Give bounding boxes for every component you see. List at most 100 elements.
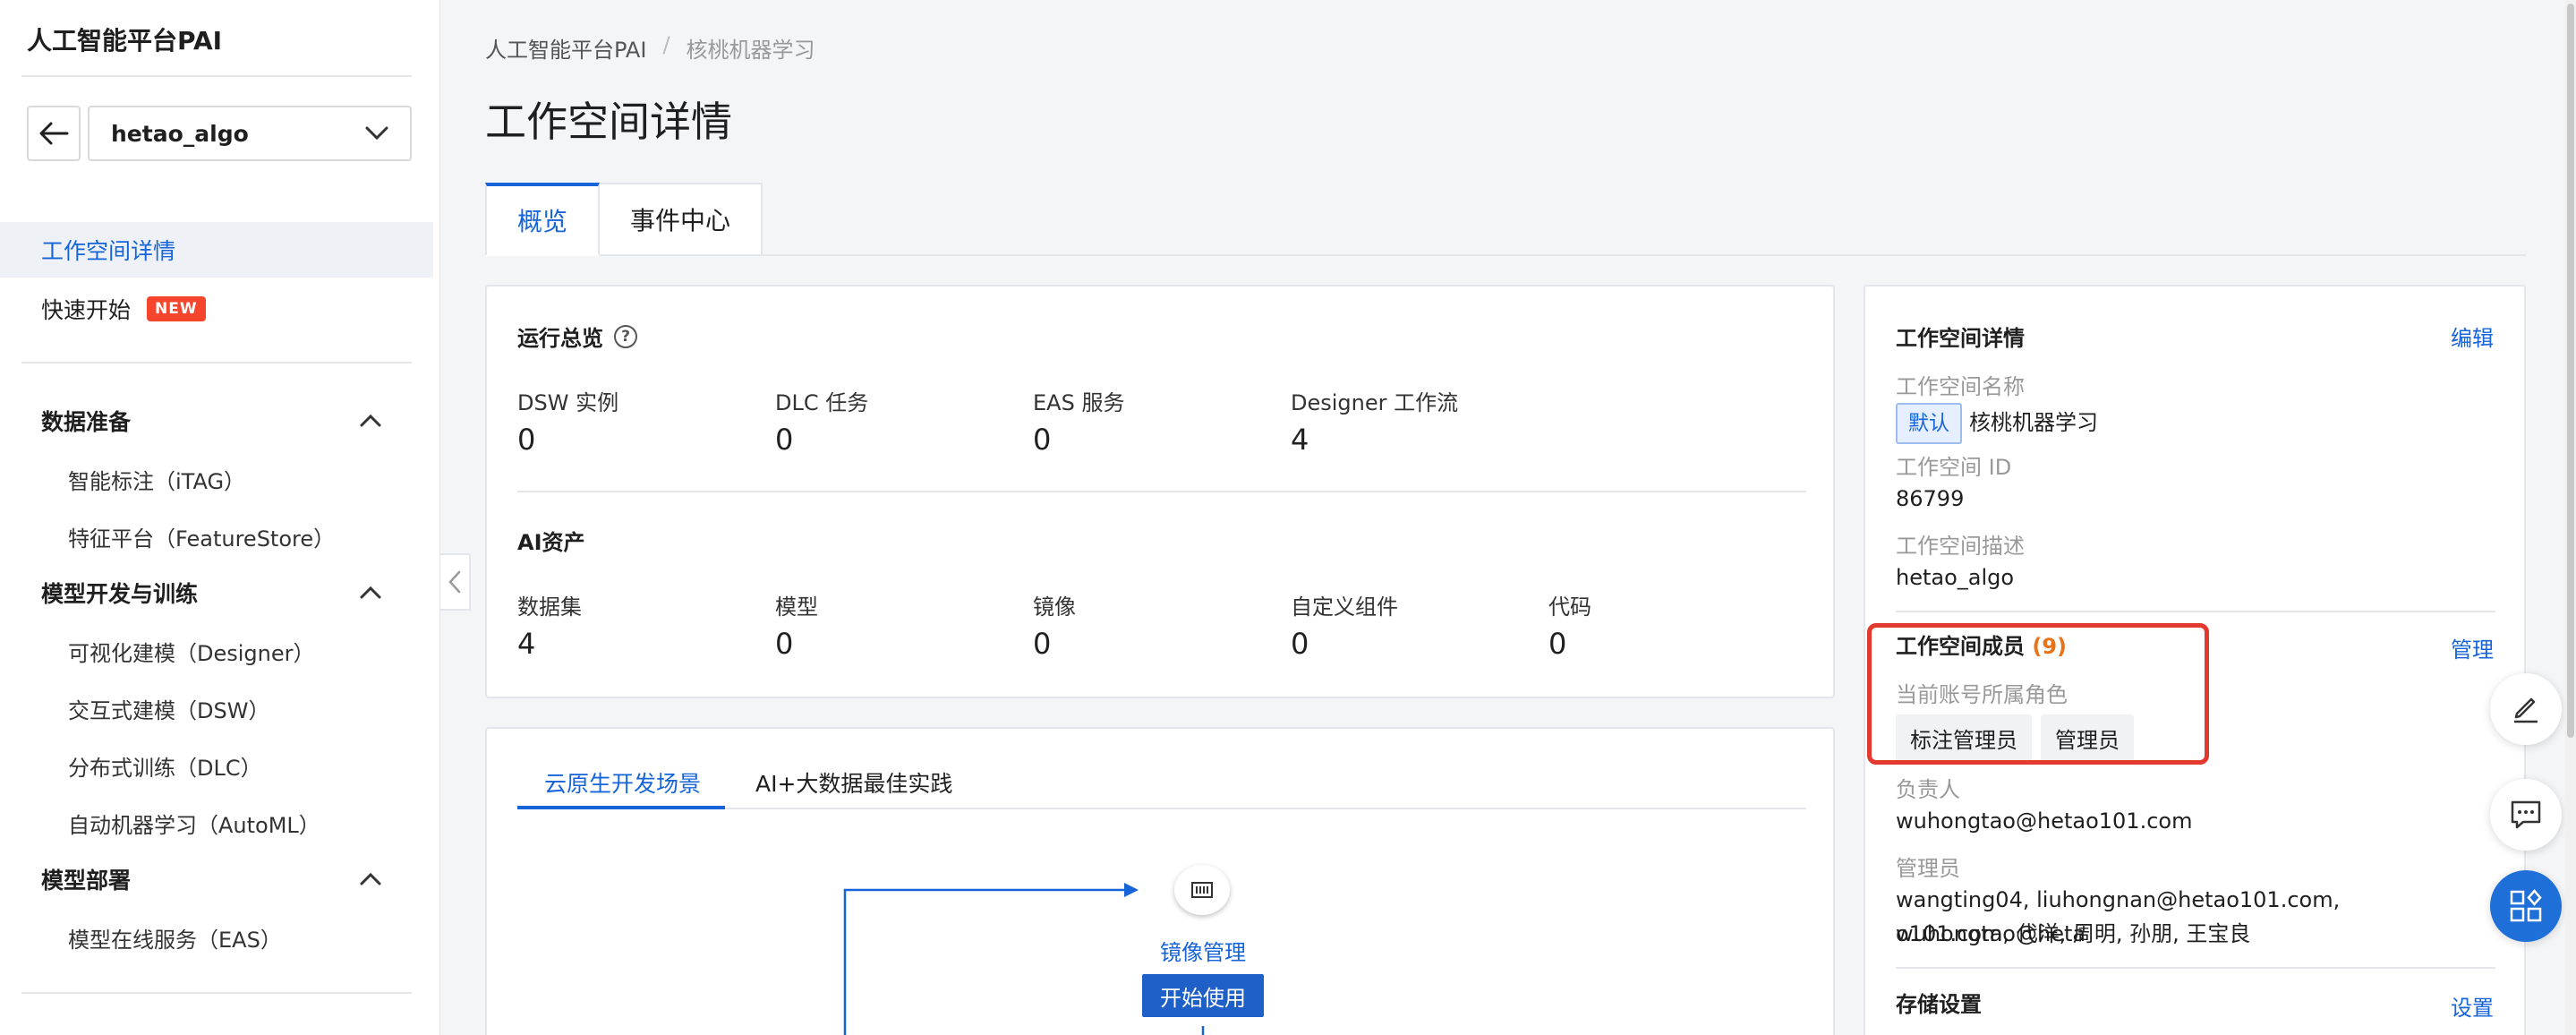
stat-designer-value[interactable]: 4 — [1291, 423, 1309, 457]
brand-title: 人工智能平台PAI — [27, 26, 223, 56]
owner-value: wuhongtao@hetao101.com — [1896, 808, 2193, 834]
stat-dlc-value[interactable]: 0 — [775, 423, 793, 457]
apps-grid-icon — [2510, 889, 2542, 922]
stat-eas-label: EAS 服务 — [1033, 390, 1125, 415]
asset-component-value[interactable]: 0 — [1291, 627, 1309, 661]
chevron-left-icon — [448, 570, 461, 594]
scenes-card: 云原生开发场景 AI+大数据最佳实践 镜像管理 开始使用 — [485, 727, 1835, 1035]
sidebar-divider — [21, 75, 412, 77]
overview-divider — [517, 491, 1806, 492]
edit-link[interactable]: 编辑 — [2451, 321, 2494, 352]
sidebar-item-dsw[interactable]: 交互式建模（DSW） — [68, 693, 269, 724]
asset-image-value[interactable]: 0 — [1033, 627, 1051, 661]
sidebar-item-featurestore[interactable]: 特征平台（FeatureStore） — [68, 521, 335, 552]
sidebar-collapse-button[interactable] — [440, 553, 471, 611]
edit-icon — [2514, 697, 2538, 723]
sidebar-item-workspace-detail[interactable]: 工作空间详情 — [0, 222, 433, 278]
sidebar: 人工智能平台PAI hetao_algo 工作空间详情 快速开始 NEW 数据准… — [0, 0, 440, 1035]
workspace-id-label: 工作空间 ID — [1896, 455, 2012, 480]
app-root: 人工智能平台PAI hetao_algo 工作空间详情 快速开始 NEW 数据准… — [0, 0, 2576, 1035]
new-badge: NEW — [147, 296, 206, 321]
asset-model-label: 模型 — [775, 594, 818, 620]
manage-link[interactable]: 管理 — [2451, 632, 2494, 663]
asset-code-value[interactable]: 0 — [1548, 627, 1566, 661]
chevron-up-icon — [360, 415, 381, 427]
flow-arrowhead — [1124, 883, 1139, 897]
section-title-text: AI资产 — [517, 530, 585, 555]
tab-bar: 概览 事件中心 — [485, 183, 763, 256]
chat-button[interactable] — [2490, 779, 2562, 851]
breadcrumb: 人工智能平台PAI / 核桃机器学习 — [485, 32, 815, 64]
scrollbar-thumb[interactable] — [2567, 4, 2574, 738]
sidebar-item-dlc[interactable]: 分布式训练（DLC） — [68, 750, 262, 782]
sidebar-group-model-dev[interactable]: 模型开发与训练 — [41, 575, 381, 611]
sidebar-item-designer[interactable]: 可视化建模（Designer） — [68, 636, 315, 667]
tab-event-center[interactable]: 事件中心 — [600, 183, 763, 256]
tab-overview[interactable]: 概览 — [485, 183, 601, 256]
stat-dsw-value[interactable]: 0 — [517, 423, 535, 457]
asset-dataset-label: 数据集 — [517, 594, 582, 620]
members-highlight-box — [1867, 623, 2209, 765]
page-title: 工作空间详情 — [485, 98, 732, 146]
sidebar-item-automl[interactable]: 自动机器学习（AutoML） — [68, 808, 320, 839]
sidebar-divider — [21, 992, 412, 994]
breadcrumb-root[interactable]: 人工智能平台PAI — [485, 32, 646, 64]
sidebar-item-quick-start[interactable]: 快速开始 NEW — [0, 281, 433, 337]
chevron-up-icon — [360, 586, 381, 599]
sidebar-group-data-prep[interactable]: 数据准备 — [41, 403, 381, 439]
sidebar-item-label: 快速开始 — [41, 297, 132, 323]
detail-title: 工作空间详情 — [1896, 326, 2025, 351]
back-button[interactable] — [27, 106, 81, 161]
chat-icon — [2511, 800, 2541, 829]
asset-model-value[interactable]: 0 — [775, 627, 793, 661]
default-tag: 默认 — [1896, 403, 1962, 444]
image-management-label[interactable]: 镜像管理 — [1158, 935, 1248, 966]
barcode-icon — [1191, 882, 1213, 898]
detail-divider — [1896, 611, 2495, 612]
section-title-text: 运行总览 — [517, 326, 603, 351]
image-management-node-icon[interactable] — [1174, 865, 1230, 915]
group-title: 模型开发与训练 — [41, 581, 199, 607]
workspace-select[interactable]: hetao_algo — [88, 106, 412, 161]
stat-dsw-label: DSW 实例 — [517, 390, 619, 415]
storage-settings-link[interactable]: 设置 — [2451, 990, 2494, 1022]
running-overview-title: 运行总览 ? — [517, 321, 637, 352]
workspace-name-value: 默认 核桃机器学习 — [1896, 403, 2098, 444]
asset-image-label: 镜像 — [1033, 594, 1076, 620]
sidebar-item-itag[interactable]: 智能标注（iTAG） — [68, 464, 245, 495]
breadcrumb-current: 核桃机器学习 — [686, 38, 815, 63]
ai-assets-title: AI资产 — [517, 525, 585, 556]
breadcrumb-separator: / — [662, 32, 670, 57]
arrow-left-icon — [39, 122, 69, 145]
owner-label: 负责人 — [1896, 777, 1960, 802]
tabs-baseline — [485, 254, 2526, 256]
page-scrollbar[interactable] — [2565, 0, 2576, 1035]
group-title: 模型部署 — [41, 868, 132, 894]
apps-button[interactable] — [2490, 870, 2562, 942]
chevron-down-icon — [365, 126, 388, 141]
stat-eas-value[interactable]: 0 — [1033, 423, 1051, 457]
chevron-up-icon — [360, 873, 381, 885]
sidebar-item-eas[interactable]: 模型在线服务（EAS） — [68, 922, 282, 954]
asset-code-label: 代码 — [1548, 594, 1591, 620]
help-icon[interactable]: ? — [614, 324, 637, 348]
sidebar-item-label: 工作空间详情 — [41, 238, 176, 264]
feedback-edit-button[interactable] — [2490, 673, 2562, 745]
stat-designer-label: Designer 工作流 — [1291, 390, 1459, 415]
group-title: 数据准备 — [41, 409, 132, 435]
sidebar-group-deploy[interactable]: 模型部署 — [41, 861, 381, 897]
start-using-button[interactable]: 开始使用 — [1142, 974, 1264, 1017]
admins-value-line2: o101.com, 代洋, 周明, 孙朋, 王宝良 — [1896, 921, 2251, 946]
workspace-name-label: 工作空间名称 — [1896, 374, 2025, 399]
asset-component-label: 自定义组件 — [1291, 594, 1398, 620]
sidebar-divider — [21, 362, 412, 364]
workspace-desc-value: hetao_algo — [1896, 565, 2015, 590]
workspace-desc-label: 工作空间描述 — [1896, 534, 2025, 559]
asset-dataset-value[interactable]: 4 — [517, 627, 535, 661]
overview-card: 运行总览 ? DSW 实例 0 DLC 任务 0 EAS 服务 0 Design… — [485, 285, 1835, 698]
workspace-name-text: 核桃机器学习 — [1969, 410, 2098, 435]
workspace-id-value: 86799 — [1896, 486, 1965, 511]
workspace-select-value: hetao_algo — [111, 120, 249, 147]
flow-connector — [843, 888, 1124, 1035]
storage-title: 存储设置 — [1896, 992, 1982, 1017]
